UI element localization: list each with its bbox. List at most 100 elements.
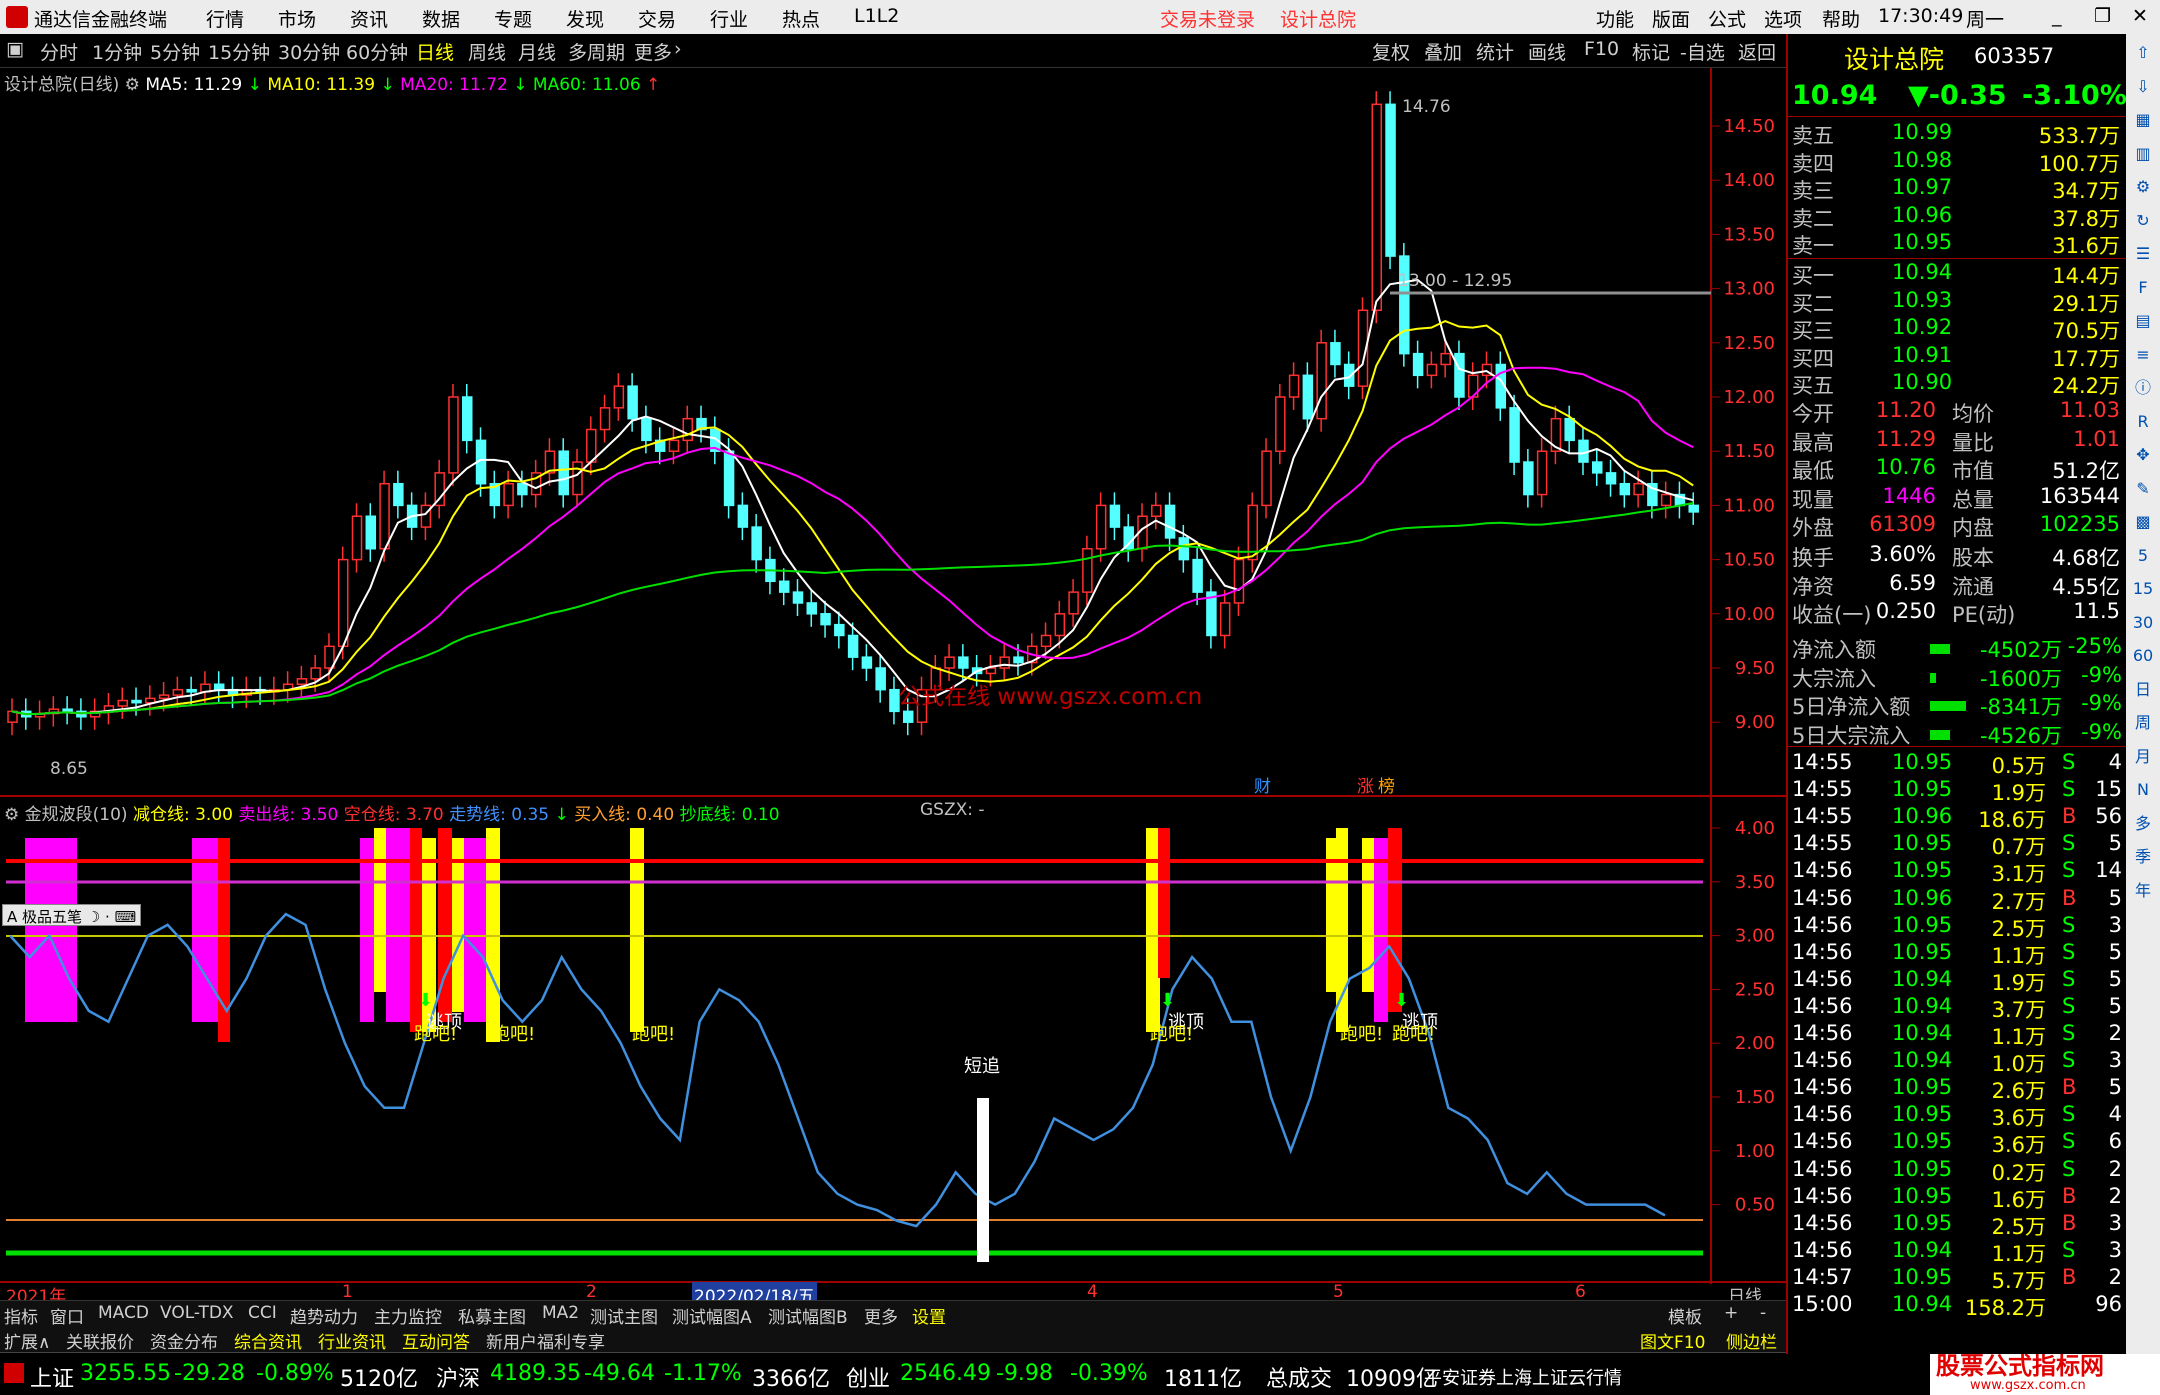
ext-welfare[interactable]: 新用户福利专享 bbox=[486, 1328, 605, 1353]
period-tab-day[interactable]: 日线 bbox=[416, 38, 454, 65]
period-tab-month[interactable]: 月线 bbox=[518, 38, 556, 65]
ime-toolbox[interactable]: A 极品五笔 ☽ · ⌨ bbox=[2, 904, 142, 926]
calc-icon[interactable]: ▩ bbox=[2130, 509, 2156, 535]
tick-row[interactable]: 14:56 10.95 3.6万 S 6 bbox=[1792, 1129, 2126, 1157]
年-icon[interactable]: 年 bbox=[2130, 878, 2156, 904]
sell-level-5[interactable]: 卖五 10.99 533.7万 bbox=[1792, 120, 2126, 148]
tick-row[interactable]: 14:56 10.95 2.6万 B 5 bbox=[1792, 1075, 2126, 1103]
menu-item-formula[interactable]: 公式 bbox=[1708, 5, 1746, 32]
tab-window[interactable]: 窗口 bbox=[50, 1303, 84, 1328]
indicator-chart[interactable]: 4.003.503.002.502.001.501.000.50 短追 ⬇逃顶⬇… bbox=[0, 800, 1786, 1284]
list-icon[interactable]: ≡ bbox=[2130, 342, 2156, 368]
F10-icon[interactable]: F bbox=[2130, 275, 2156, 301]
stat2-row[interactable]: 净资 6.59 流通 4.55亿 bbox=[1792, 571, 2126, 599]
menu-item-hq[interactable]: 行情 bbox=[206, 5, 244, 32]
gear-icon[interactable]: ⚙ bbox=[2130, 174, 2156, 200]
btn-back[interactable]: 返回 bbox=[1738, 38, 1776, 65]
menu-item-data[interactable]: 数据 bbox=[422, 5, 460, 32]
btn-draw[interactable]: 画线 bbox=[1528, 38, 1566, 65]
chevron-right-icon[interactable]: › bbox=[674, 38, 682, 60]
tick-row[interactable]: 14:56 10.94 1.9万 S 5 bbox=[1792, 967, 2126, 995]
tab-settings[interactable]: 设置 bbox=[912, 1303, 946, 1328]
tick-row[interactable]: 14:56 10.95 3.1万 S 14 bbox=[1792, 858, 2126, 886]
tick-row[interactable]: 14:55 10.95 0.7万 S 5 bbox=[1792, 831, 2126, 859]
stat-row[interactable]: 现量 1446 总量 163544 bbox=[1792, 484, 2126, 512]
flow-row[interactable]: 5日大宗流入 -4526万 -9% bbox=[1792, 720, 2126, 748]
tab-sidebar[interactable]: 侧边栏《 bbox=[1726, 1328, 1794, 1353]
menu-item-help[interactable]: 帮助 bbox=[1822, 5, 1860, 32]
RSI-icon[interactable]: R bbox=[2130, 409, 2156, 435]
stat-row[interactable]: 最高 11.29 量比 1.01 bbox=[1792, 427, 2126, 455]
多-icon[interactable]: 多 bbox=[2130, 811, 2156, 837]
menu-item-options[interactable]: 选项 bbox=[1764, 5, 1802, 32]
N-icon[interactable]: N bbox=[2130, 777, 2156, 803]
季-icon[interactable]: 季 bbox=[2130, 844, 2156, 870]
info-icon[interactable]: ⓘ bbox=[2130, 375, 2156, 401]
sell-level-1[interactable]: 卖一 10.95 31.6万 bbox=[1792, 230, 2126, 258]
stat-row[interactable]: 外盘 61309 内盘 102235 bbox=[1792, 512, 2126, 540]
buy-level-1[interactable]: 买一 10.94 14.4万 bbox=[1792, 260, 2126, 288]
stat2-row[interactable]: 换手 3.60% 股本 4.68亿 bbox=[1792, 542, 2126, 570]
tab-trend[interactable]: 趋势动力 bbox=[290, 1303, 358, 1328]
menu-item-industry[interactable]: 行业 bbox=[710, 5, 748, 32]
60-icon[interactable]: 60 bbox=[2130, 643, 2156, 669]
trade-login-notice[interactable]: 交易未登录 bbox=[1160, 5, 1255, 32]
ext-news[interactable]: 综合资讯 bbox=[234, 1328, 302, 1353]
period-tab-5min[interactable]: 5分钟 bbox=[150, 38, 200, 65]
period-tab-fenshi[interactable]: 分时 bbox=[40, 38, 78, 65]
btn-overlay[interactable]: 叠加 bbox=[1424, 38, 1462, 65]
period-tab-multi[interactable]: 多周期 bbox=[568, 38, 625, 65]
status-sz-name[interactable]: 沪深 bbox=[436, 1361, 480, 1393]
tick-row[interactable]: 14:56 10.95 2.5万 B 3 bbox=[1792, 1211, 2126, 1239]
tick-row[interactable]: 14:56 10.96 2.7万 B 5 bbox=[1792, 886, 2126, 914]
buy-level-5[interactable]: 买五 10.90 24.2万 bbox=[1792, 370, 2126, 398]
tick-row[interactable]: 14:55 10.95 0.5万 S 4 bbox=[1792, 750, 2126, 778]
sell-level-3[interactable]: 卖三 10.97 34.7万 bbox=[1792, 175, 2126, 203]
月-icon[interactable]: 月 bbox=[2130, 744, 2156, 770]
tab-test-b[interactable]: 测试幅图B bbox=[768, 1303, 848, 1328]
move-icon[interactable]: ✥ bbox=[2130, 442, 2156, 468]
btn-mark[interactable]: 标记 bbox=[1632, 38, 1670, 65]
tab-main-monitor[interactable]: 主力监控 bbox=[374, 1303, 442, 1328]
5-icon[interactable]: 5 bbox=[2130, 543, 2156, 569]
tick-row[interactable]: 14:55 10.95 1.9万 S 15 bbox=[1792, 777, 2126, 805]
15-icon[interactable]: 15 bbox=[2130, 576, 2156, 602]
buy-level-2[interactable]: 买二 10.93 29.1万 bbox=[1792, 288, 2126, 316]
period-tab-60min[interactable]: 60分钟 bbox=[346, 38, 408, 65]
ext-related[interactable]: 关联报价 bbox=[66, 1328, 134, 1353]
sell-level-2[interactable]: 卖二 10.96 37.8万 bbox=[1792, 203, 2126, 231]
btn-fuquan[interactable]: 复权 bbox=[1372, 38, 1410, 65]
menu-item-market[interactable]: 市场 bbox=[278, 5, 316, 32]
tab-indicator[interactable]: 指标 bbox=[4, 1303, 38, 1328]
minimize-icon[interactable]: _ bbox=[2052, 5, 2062, 27]
tab-cci[interactable]: CCI bbox=[248, 1303, 277, 1323]
down-arrow-icon[interactable]: ⇩ bbox=[2130, 74, 2156, 100]
tab-private[interactable]: 私募主图 bbox=[458, 1303, 526, 1328]
status-cy-name[interactable]: 创业 bbox=[846, 1361, 890, 1393]
tab-add[interactable]: + bbox=[1724, 1303, 1738, 1323]
tab-macd[interactable]: MACD bbox=[98, 1303, 149, 1323]
maximize-icon[interactable]: ❐ bbox=[2094, 5, 2111, 27]
period-tab-1min[interactable]: 1分钟 bbox=[92, 38, 142, 65]
period-tab-15min[interactable]: 15分钟 bbox=[208, 38, 270, 65]
tab-test-main[interactable]: 测试主图 bbox=[590, 1303, 658, 1328]
news-icon[interactable]: ☰ bbox=[2130, 241, 2156, 267]
menu-item-trade[interactable]: 交易 bbox=[638, 5, 676, 32]
ext-qa[interactable]: 互动问答 bbox=[402, 1328, 470, 1353]
btn-f10[interactable]: F10 bbox=[1584, 38, 1619, 60]
grid-icon[interactable]: ▦ bbox=[2130, 107, 2156, 133]
tick-row[interactable]: 14:56 10.94 1.1万 S 3 bbox=[1792, 1238, 2126, 1266]
mark-cai[interactable]: 财 bbox=[1254, 777, 1271, 797]
flow-row[interactable]: 净流入额 -4502万 -25% bbox=[1792, 634, 2126, 662]
tab-f10-text[interactable]: 图文F10 bbox=[1640, 1328, 1705, 1353]
tab-remove[interactable]: - bbox=[1760, 1303, 1766, 1323]
close-icon[interactable]: ✕ bbox=[2132, 5, 2148, 27]
menu-item-news[interactable]: 资讯 bbox=[350, 5, 388, 32]
tick-row[interactable]: 14:56 10.95 1.6万 B 2 bbox=[1792, 1184, 2126, 1212]
sell-level-4[interactable]: 卖四 10.98 100.7万 bbox=[1792, 148, 2126, 176]
status-sh-name[interactable]: 上证 bbox=[30, 1361, 74, 1393]
menu-item-topic[interactable]: 专题 bbox=[494, 5, 532, 32]
tick-row[interactable]: 14:55 10.96 18.6万 B 56 bbox=[1792, 804, 2126, 832]
moon-icon[interactable]: ☽ · ⌨ bbox=[82, 908, 136, 926]
buy-level-4[interactable]: 买四 10.91 17.7万 bbox=[1792, 343, 2126, 371]
